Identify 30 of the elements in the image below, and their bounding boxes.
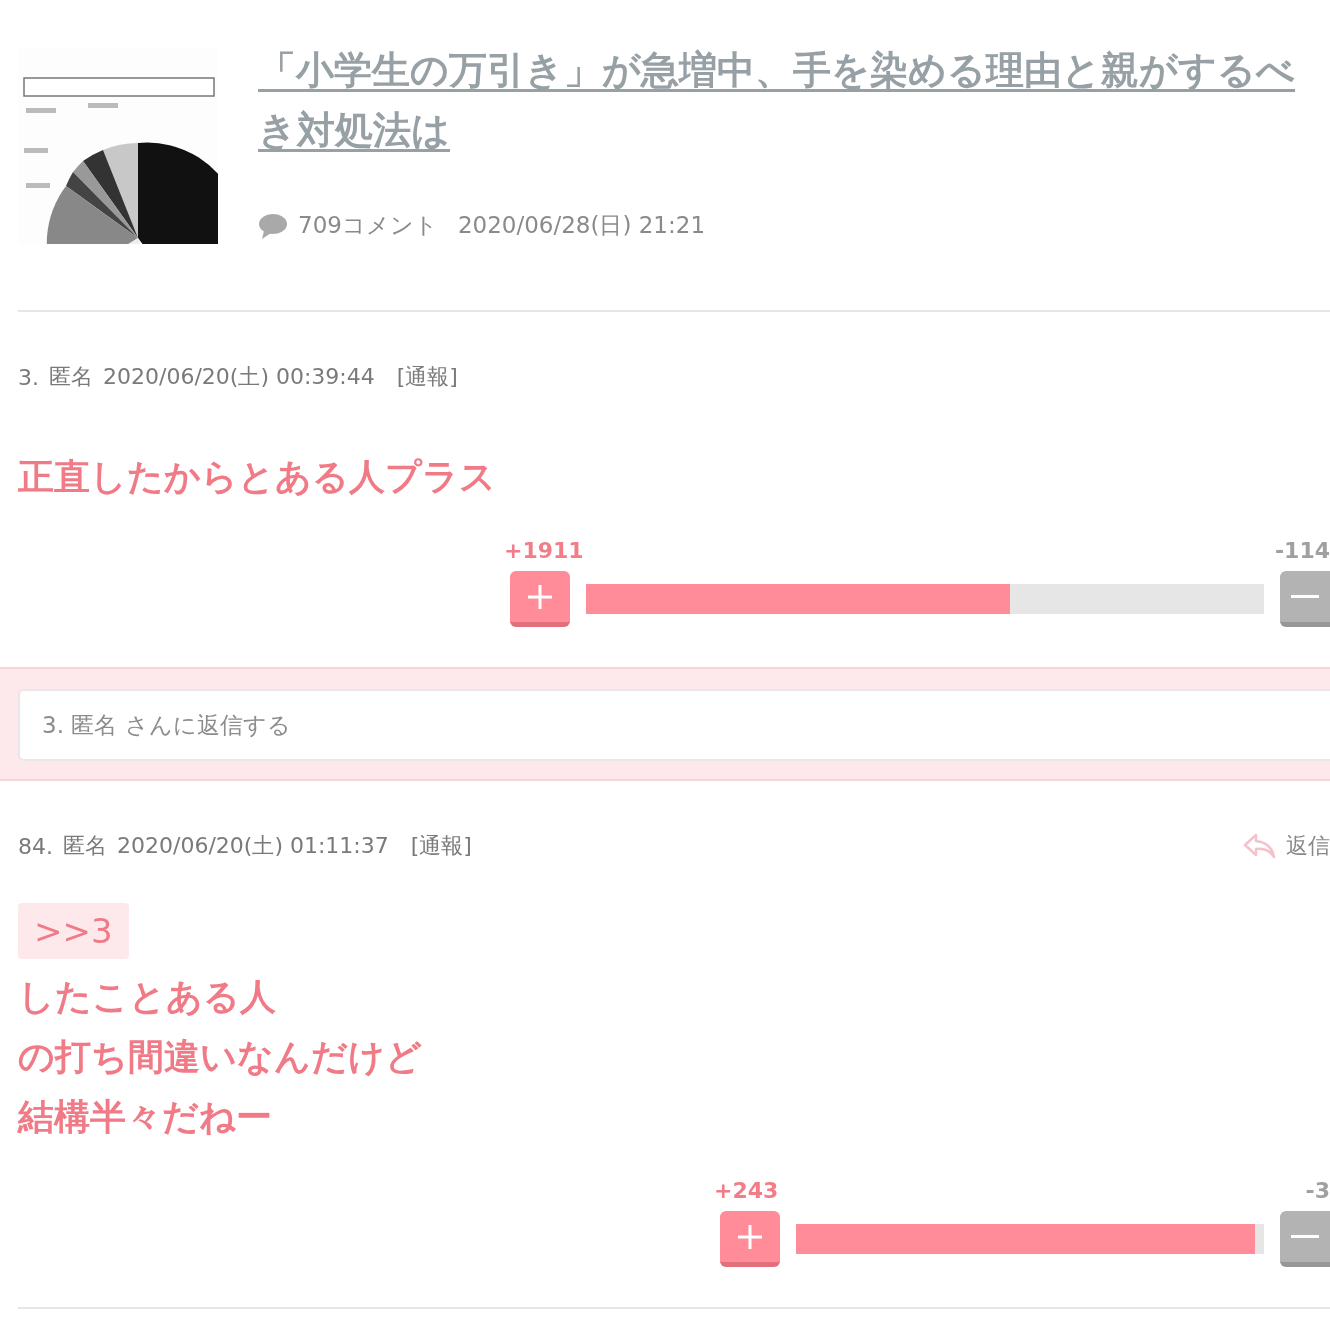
article-title-link[interactable]: 「小学生の万引き」が急増中、手を染める理由と親がするべき対処法は bbox=[258, 40, 1330, 160]
reply-input-field[interactable]: 3. 匿名 さんに返信する bbox=[18, 689, 1330, 761]
comment-text-line: したことある人 bbox=[18, 975, 277, 1019]
plus-count: +243 bbox=[714, 1178, 779, 1203]
comment-text-line: 正直したからとある人プラス bbox=[18, 455, 497, 499]
comment-count: 709コメント bbox=[298, 211, 438, 240]
comment-text-line: 結構半々だねー bbox=[18, 1095, 273, 1139]
minus-count: -3 bbox=[1305, 1178, 1330, 1203]
minus-icon bbox=[1291, 1235, 1319, 1238]
minus-button[interactable] bbox=[1280, 571, 1330, 627]
comment-number: 3. bbox=[18, 364, 39, 390]
comment-datetime: 2020/06/20(土) 00:39:44 bbox=[103, 363, 375, 391]
article-date: 2020/06/28(日) 21:21 bbox=[457, 211, 705, 240]
reply-button[interactable]: 返信 bbox=[1242, 831, 1330, 861]
comment-author: 匿名 bbox=[49, 363, 93, 391]
comment-text-line: の打ち間違いなんだけど bbox=[18, 1035, 423, 1079]
comment-icon bbox=[258, 212, 288, 239]
plus-button[interactable] bbox=[720, 1211, 780, 1267]
minus-icon bbox=[1291, 595, 1319, 598]
comment-number: 84. bbox=[18, 833, 53, 859]
plus-count: +1911 bbox=[504, 538, 584, 563]
comment-datetime: 2020/06/20(土) 01:11:37 bbox=[117, 832, 389, 860]
report-link[interactable]: [通報] bbox=[410, 831, 472, 861]
anchor-link[interactable]: >>3 bbox=[18, 903, 129, 959]
comment-author: 匿名 bbox=[63, 832, 107, 860]
minus-count: -114 bbox=[1274, 538, 1330, 563]
minus-button[interactable] bbox=[1280, 1211, 1330, 1267]
report-link[interactable]: [通報] bbox=[396, 362, 458, 392]
reply-arrow-icon bbox=[1242, 832, 1276, 860]
plus-button[interactable] bbox=[510, 571, 570, 627]
